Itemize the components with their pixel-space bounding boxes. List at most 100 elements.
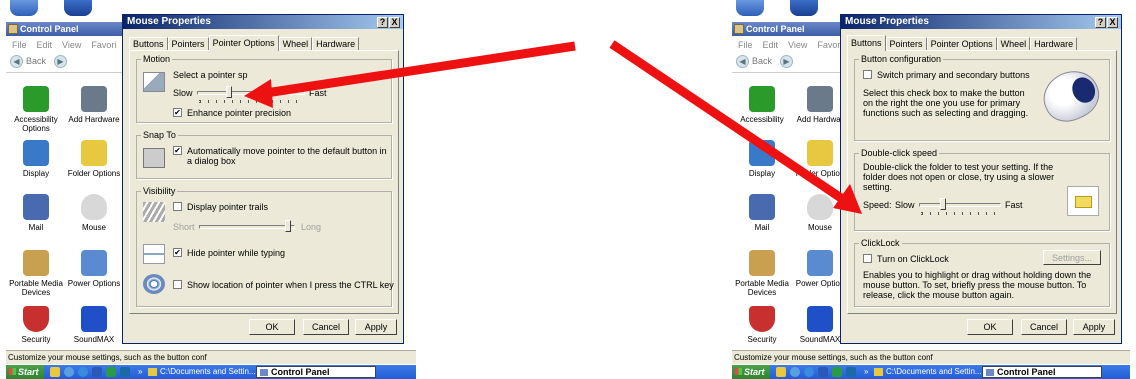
trails-length-slider[interactable]	[285, 220, 291, 232]
menu-edit[interactable]: Edit	[37, 40, 53, 50]
apply-button[interactable]: Apply	[1073, 319, 1115, 335]
menu-favorites[interactable]: Favori	[91, 40, 116, 50]
cp-item-portable-media[interactable]: Portable Media Devices	[732, 250, 792, 297]
app-quicklaunch-icon[interactable]	[846, 367, 856, 377]
back-button-label[interactable]: Back	[752, 56, 772, 66]
taskbar-control-panel[interactable]: Control Panel	[982, 366, 1102, 378]
pointer-speed-slider[interactable]	[225, 86, 232, 98]
tab-wheel[interactable]: Wheel	[996, 37, 1031, 51]
menu-view[interactable]: View	[62, 40, 81, 50]
taskbar-folder-item[interactable]: C:\Documents and Settin...	[146, 366, 256, 378]
word-quicklaunch-icon[interactable]	[92, 367, 102, 377]
ok-button[interactable]: OK	[249, 319, 295, 335]
app-quicklaunch-icon[interactable]	[120, 367, 130, 377]
start-button[interactable]: Start	[6, 365, 44, 379]
taskbar-folder-item[interactable]: C:\Documents and Settin...	[872, 366, 982, 378]
tab-pointer-options[interactable]: Pointer Options	[926, 37, 997, 51]
quicklaunch-more[interactable]: »	[860, 366, 868, 378]
switch-buttons-label[interactable]: Switch primary and secondary buttons	[877, 70, 1030, 80]
help-button[interactable]: ?	[1095, 17, 1106, 28]
tab-hardware[interactable]: Hardware	[312, 37, 360, 51]
excel-quicklaunch-icon[interactable]	[106, 367, 116, 377]
ok-button[interactable]: OK	[967, 319, 1013, 335]
clicklock-checkbox[interactable]	[863, 254, 872, 263]
desktop-icon[interactable]	[736, 0, 764, 16]
cp-item-accessibility[interactable]: Accessibility	[732, 86, 792, 124]
tab-hardware[interactable]: Hardware	[1030, 37, 1078, 51]
close-button[interactable]: X	[389, 17, 400, 28]
test-folder[interactable]	[1067, 186, 1099, 216]
cp-item-add-hardware[interactable]: Add Hardware	[64, 86, 124, 124]
menu-edit[interactable]: Edit	[763, 40, 779, 50]
back-arrow-icon[interactable]: ◀	[736, 55, 749, 68]
tab-pointers[interactable]: Pointers	[167, 37, 209, 51]
back-arrow-icon[interactable]: ◀	[10, 55, 23, 68]
forward-arrow-icon[interactable]: ▶	[780, 55, 793, 68]
cp-item-mail[interactable]: Mail	[732, 194, 792, 232]
show-location-checkbox[interactable]	[173, 280, 182, 289]
switch-buttons-checkbox[interactable]	[863, 70, 872, 79]
enhance-precision-checkbox[interactable]: ✔	[173, 108, 182, 117]
portable-media-icon	[749, 250, 775, 276]
forward-arrow-icon[interactable]: ▶	[54, 55, 67, 68]
buttons-panel: Button configuration Switch primary and …	[847, 50, 1117, 314]
tab-pointer-options[interactable]: Pointer Options	[208, 35, 279, 51]
menu-file[interactable]: File	[12, 40, 27, 50]
cp-item-folder-options[interactable]: Folder Options	[64, 140, 124, 178]
tab-buttons[interactable]: Buttons	[129, 37, 168, 51]
menu-favorites[interactable]: Favori	[817, 40, 842, 50]
show-location-label[interactable]: Show location of pointer when I press th…	[187, 280, 394, 290]
cancel-button[interactable]: Cancel	[303, 319, 349, 335]
taskbar-control-panel[interactable]: Control Panel	[256, 366, 376, 378]
cp-item-mouse[interactable]: Mouse	[64, 194, 124, 232]
menu-view[interactable]: View	[788, 40, 807, 50]
tab-buttons[interactable]: Buttons	[847, 35, 886, 51]
cp-item-display[interactable]: Display	[6, 140, 66, 178]
word-quicklaunch-icon[interactable]	[818, 367, 828, 377]
browser-quicklaunch-icon[interactable]	[804, 367, 814, 377]
desktop-icon[interactable]	[790, 0, 818, 16]
excel-quicklaunch-icon[interactable]	[832, 367, 842, 377]
cp-item-label: Display	[22, 169, 50, 178]
pointer-trails-checkbox[interactable]	[173, 202, 182, 211]
quicklaunch-more[interactable]: »	[134, 366, 142, 378]
nav-toolbar: ◀ Back ▶	[732, 53, 852, 71]
desktop-icon[interactable]	[10, 0, 38, 16]
cancel-button[interactable]: Cancel	[1021, 319, 1067, 335]
clicklock-label[interactable]: Turn on ClickLock	[877, 254, 949, 264]
cp-item-security[interactable]: Security	[6, 306, 66, 344]
snap-to-label[interactable]: Automatically move pointer to the defaul…	[187, 146, 387, 166]
enhance-precision-label[interactable]: Enhance pointer precision	[187, 108, 291, 118]
ie-quicklaunch-icon[interactable]	[64, 367, 74, 377]
mail-icon	[749, 194, 775, 220]
double-click-speed-slider[interactable]	[940, 198, 947, 210]
snap-to-checkbox[interactable]: ✔	[173, 146, 182, 155]
menu-file[interactable]: File	[738, 40, 753, 50]
help-button[interactable]: ?	[377, 17, 388, 28]
cp-item-display[interactable]: Display	[732, 140, 792, 178]
browser-quicklaunch-icon[interactable]	[78, 367, 88, 377]
folder-quicklaunch-icon[interactable]	[50, 367, 60, 377]
hide-pointer-checkbox[interactable]: ✔	[173, 248, 182, 257]
hide-pointer-label[interactable]: Hide pointer while typing	[187, 248, 285, 258]
apply-button[interactable]: Apply	[355, 319, 397, 335]
cp-item-mail[interactable]: Mail	[6, 194, 66, 232]
cp-item-accessibility[interactable]: Accessibility Options	[6, 86, 66, 133]
start-button[interactable]: Start	[732, 365, 770, 379]
cp-item-portable-media[interactable]: Portable Media Devices	[6, 250, 66, 297]
tab-pointers[interactable]: Pointers	[885, 37, 927, 51]
folder-quicklaunch-icon[interactable]	[776, 367, 786, 377]
close-button[interactable]: X	[1107, 17, 1118, 28]
desktop-icon[interactable]	[64, 0, 92, 16]
cp-item-label: Folder Options	[67, 169, 121, 178]
cp-item-soundmax[interactable]: SoundMAX	[64, 306, 124, 344]
clicklock-settings-button[interactable]: Settings...	[1043, 250, 1101, 265]
button-config-desc: Select this check box to make the button…	[863, 88, 1029, 118]
cp-item-power-options[interactable]: Power Options	[64, 250, 124, 288]
tab-wheel[interactable]: Wheel	[278, 37, 313, 51]
back-button-label[interactable]: Back	[26, 56, 46, 66]
cp-item-security[interactable]: Security	[732, 306, 792, 344]
power-options-icon	[81, 250, 107, 276]
ie-quicklaunch-icon[interactable]	[790, 367, 800, 377]
pointer-trails-label[interactable]: Display pointer trails	[187, 202, 268, 212]
